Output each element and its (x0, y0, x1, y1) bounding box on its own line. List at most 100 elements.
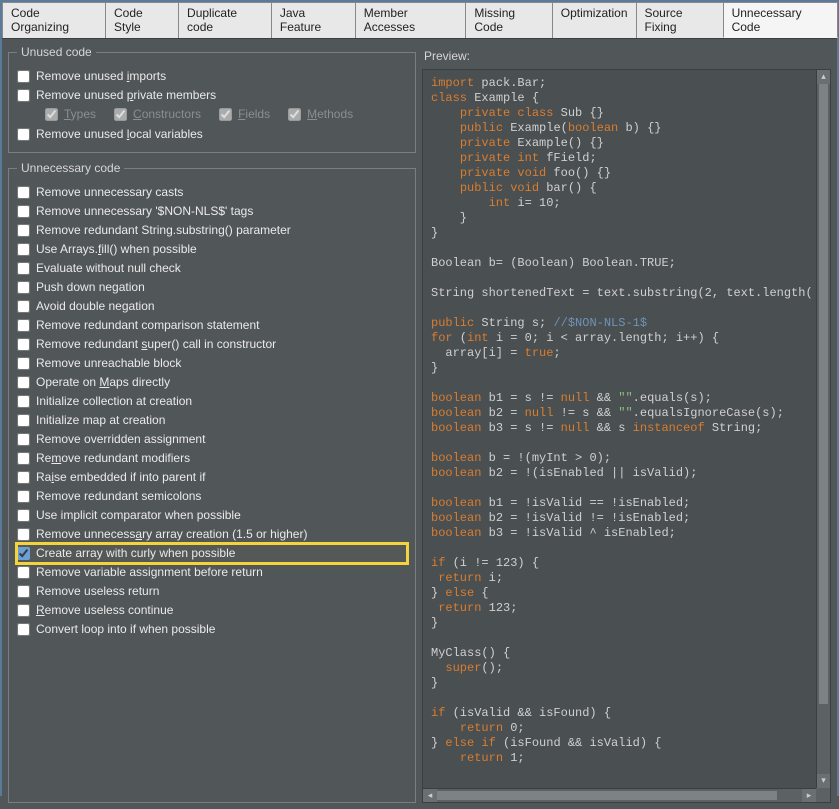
unnecessary-item-0-checkbox[interactable] (17, 186, 30, 199)
unnecessary-item-1-checkbox[interactable] (17, 205, 30, 218)
unnecessary-item-17-checkbox[interactable] (17, 509, 30, 522)
tab-java-feature[interactable]: Java Feature (271, 2, 356, 38)
unnecessary-item-13[interactable]: Remove overridden assignment (17, 430, 407, 449)
unnecessary-item-8-label: Remove redundant super() call in constru… (36, 337, 276, 351)
unused-sub-2: Fields (219, 107, 270, 121)
tab-code-organizing[interactable]: Code Organizing (2, 2, 106, 38)
unused-item-2[interactable]: Remove unused local variables (17, 125, 407, 144)
unnecessary-legend: Unnecessary code (17, 161, 124, 175)
unused-item-2-label: Remove unused local variables (36, 127, 203, 141)
unused-item-1-label: Remove unused private members (36, 88, 216, 102)
unnecessary-item-12-checkbox[interactable] (17, 414, 30, 427)
preview-label: Preview: (422, 45, 831, 69)
unnecessary-item-23[interactable]: Convert loop into if when possible (17, 620, 407, 639)
unnecessary-item-1[interactable]: Remove unnecessary '$NON-NLS$' tags (17, 202, 407, 221)
unnecessary-item-11-checkbox[interactable] (17, 395, 30, 408)
unnecessary-item-15[interactable]: Raise embedded if into parent if (17, 468, 407, 487)
unnecessary-item-23-checkbox[interactable] (17, 623, 30, 636)
unnecessary-item-2[interactable]: Remove redundant String.substring() para… (17, 221, 407, 240)
unnecessary-item-20-checkbox[interactable] (17, 566, 30, 579)
unnecessary-item-7-checkbox[interactable] (17, 319, 30, 332)
unnecessary-item-19[interactable]: Create array with curly when possible (17, 544, 407, 563)
unnecessary-item-16-checkbox[interactable] (17, 490, 30, 503)
unused-item-1-checkbox[interactable] (17, 89, 30, 102)
unused-sub-2-checkbox (219, 108, 232, 121)
unnecessary-item-21-checkbox[interactable] (17, 585, 30, 598)
unused-sub-0-checkbox (45, 108, 58, 121)
unnecessary-item-6-checkbox[interactable] (17, 300, 30, 313)
unnecessary-item-10[interactable]: Operate on Maps directly (17, 373, 407, 392)
tab-optimization[interactable]: Optimization (552, 2, 637, 38)
unnecessary-item-5[interactable]: Push down negation (17, 278, 407, 297)
unnecessary-item-3-checkbox[interactable] (17, 243, 30, 256)
unnecessary-item-19-label: Create array with curly when possible (36, 546, 235, 560)
unnecessary-item-21-label: Remove useless return (36, 584, 159, 598)
scroll-thumb-v[interactable] (819, 84, 828, 704)
unnecessary-item-11-label: Initialize collection at creation (36, 394, 192, 408)
unnecessary-code-group: Unnecessary code Remove unnecessary cast… (8, 161, 416, 803)
unnecessary-item-14-label: Remove redundant modifiers (36, 451, 190, 465)
unused-item-0[interactable]: Remove unused imports (17, 67, 407, 86)
unnecessary-item-15-checkbox[interactable] (17, 471, 30, 484)
tab-unnecessary-code[interactable]: Unnecessary Code (723, 2, 838, 38)
unnecessary-item-7-label: Remove redundant comparison statement (36, 318, 259, 332)
unnecessary-item-10-checkbox[interactable] (17, 376, 30, 389)
unnecessary-item-17-label: Use implicit comparator when possible (36, 508, 241, 522)
unnecessary-item-9[interactable]: Remove unreachable block (17, 354, 407, 373)
unnecessary-item-0[interactable]: Remove unnecessary casts (17, 183, 407, 202)
unnecessary-item-18[interactable]: Remove unnecessary array creation (1.5 o… (17, 525, 407, 544)
unused-item-0-checkbox[interactable] (17, 70, 30, 83)
tab-code-style[interactable]: Code Style (105, 2, 179, 38)
unused-sub-0-label: Types (64, 107, 96, 121)
tab-source-fixing[interactable]: Source Fixing (636, 2, 724, 38)
unnecessary-item-6[interactable]: Avoid double negation (17, 297, 407, 316)
unused-sub-3-label: Methods (307, 107, 353, 121)
unused-legend: Unused code (17, 45, 96, 59)
unnecessary-item-3-label: Use Arrays.fill() when possible (36, 242, 197, 256)
unused-sub-0: Types (45, 107, 96, 121)
scrollbar-horizontal[interactable]: ◂ ▸ (423, 788, 816, 802)
unnecessary-item-16[interactable]: Remove redundant semicolons (17, 487, 407, 506)
unnecessary-item-4[interactable]: Evaluate without null check (17, 259, 407, 278)
unused-item-1[interactable]: Remove unused private members (17, 86, 407, 105)
unnecessary-item-2-checkbox[interactable] (17, 224, 30, 237)
unused-item-2-checkbox[interactable] (17, 128, 30, 141)
unnecessary-item-20-label: Remove variable assignment before return (36, 565, 263, 579)
unnecessary-item-8-checkbox[interactable] (17, 338, 30, 351)
unused-sub-2-label: Fields (238, 107, 270, 121)
unnecessary-item-19-checkbox[interactable] (17, 547, 30, 560)
unnecessary-item-14[interactable]: Remove redundant modifiers (17, 449, 407, 468)
unnecessary-item-12-label: Initialize map at creation (36, 413, 165, 427)
preview-code: import pack.Bar; class Example { private… (423, 70, 830, 772)
unnecessary-item-20[interactable]: Remove variable assignment before return (17, 563, 407, 582)
unnecessary-item-0-label: Remove unnecessary casts (36, 185, 183, 199)
unnecessary-item-21[interactable]: Remove useless return (17, 582, 407, 601)
unused-sub-1-checkbox (114, 108, 127, 121)
unnecessary-item-16-label: Remove redundant semicolons (36, 489, 201, 503)
unnecessary-item-23-label: Convert loop into if when possible (36, 622, 215, 636)
unnecessary-item-22[interactable]: Remove useless continue (17, 601, 407, 620)
scroll-up-arrow[interactable]: ▴ (817, 70, 830, 84)
unnecessary-item-12[interactable]: Initialize map at creation (17, 411, 407, 430)
unnecessary-item-14-checkbox[interactable] (17, 452, 30, 465)
unnecessary-item-11[interactable]: Initialize collection at creation (17, 392, 407, 411)
tab-member-accesses[interactable]: Member Accesses (355, 2, 467, 38)
tab-duplicate-code[interactable]: Duplicate code (178, 2, 272, 38)
unnecessary-item-9-checkbox[interactable] (17, 357, 30, 370)
unnecessary-item-18-checkbox[interactable] (17, 528, 30, 541)
tab-bar: Code OrganizingCode StyleDuplicate codeJ… (2, 2, 837, 39)
scroll-down-arrow[interactable]: ▾ (817, 774, 830, 788)
unused-sub-3-checkbox (288, 108, 301, 121)
unnecessary-item-8[interactable]: Remove redundant super() call in constru… (17, 335, 407, 354)
unnecessary-item-7[interactable]: Remove redundant comparison statement (17, 316, 407, 335)
unnecessary-item-17[interactable]: Use implicit comparator when possible (17, 506, 407, 525)
tab-missing-code[interactable]: Missing Code (465, 2, 552, 38)
unnecessary-item-4-checkbox[interactable] (17, 262, 30, 275)
unnecessary-item-5-checkbox[interactable] (17, 281, 30, 294)
unnecessary-item-13-checkbox[interactable] (17, 433, 30, 446)
unused-code-group: Unused code Remove unused imports Remove … (8, 45, 416, 153)
unnecessary-item-22-label: Remove useless continue (36, 603, 173, 617)
scrollbar-vertical[interactable]: ▴ ▾ (816, 70, 830, 788)
unnecessary-item-22-checkbox[interactable] (17, 604, 30, 617)
unnecessary-item-3[interactable]: Use Arrays.fill() when possible (17, 240, 407, 259)
